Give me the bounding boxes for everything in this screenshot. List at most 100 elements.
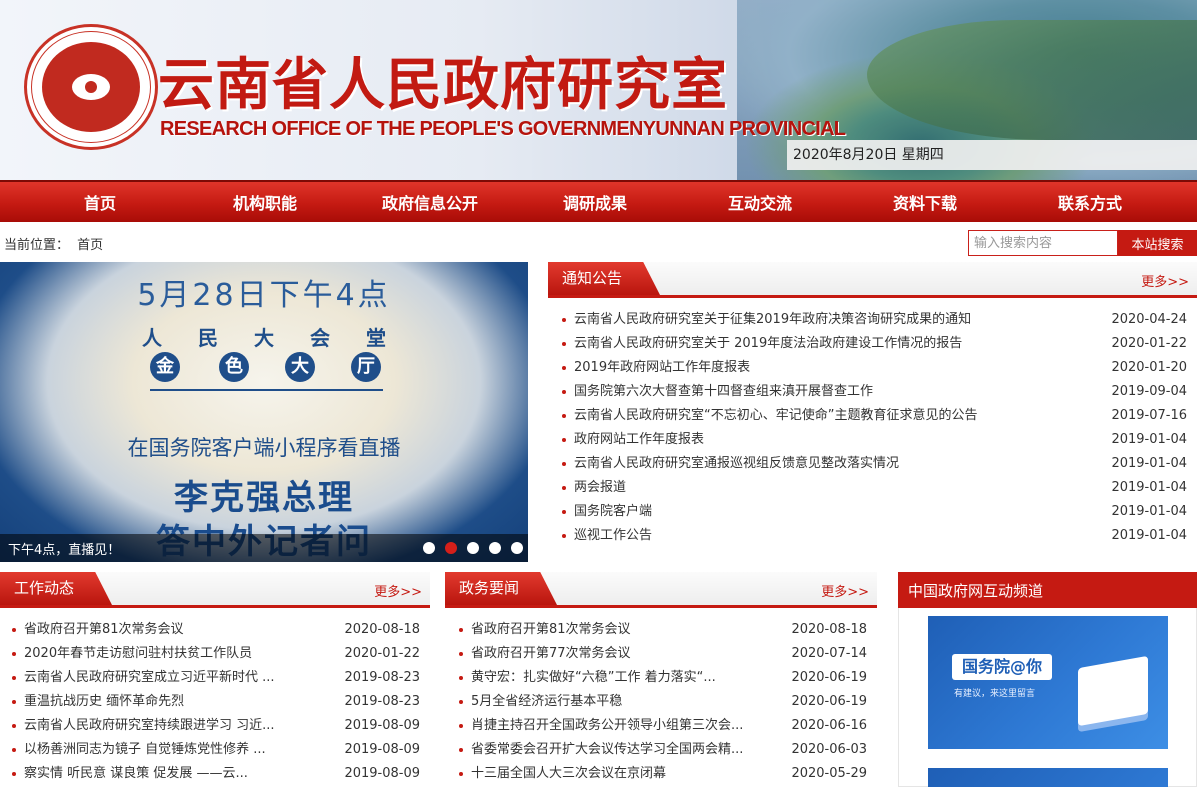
list-item-title[interactable]: 省政府召开第81次常务会议 (24, 618, 184, 642)
list-item[interactable]: 黄守宏：扎实做好“六稳”工作 着力落实“... 2020-06-19 (459, 666, 867, 690)
list-item[interactable]: 政府网站工作年度报表 2019-01-04 (562, 428, 1187, 452)
bullet-icon (12, 628, 16, 632)
carousel-slide[interactable]: 5月28日下午4点 人民大会堂 金 色 大 厅 在国务院客户端小程序看直播 李克… (0, 262, 528, 562)
list-item-date: 2020-07-14 (791, 646, 867, 661)
list-item-title[interactable]: 政府网站工作年度报表 (574, 428, 704, 452)
list-item-title[interactable]: 国务院客户端 (574, 500, 652, 524)
list-item[interactable]: 云南省人民政府研究室通报巡视组反馈意见整改落实情况 2019-01-04 (562, 452, 1187, 476)
list-item-title[interactable]: 黄守宏：扎实做好“六稳”工作 着力落实“... (471, 666, 716, 690)
list-item-title[interactable]: 省委常委会召开扩大会议传达学习全国两会精... (471, 738, 743, 762)
list-item[interactable]: 肖捷主持召开全国政务公开领导小组第三次会... 2020-06-16 (459, 714, 867, 738)
list-item[interactable]: 5月全省经济运行基本平稳 2020-06-19 (459, 690, 867, 714)
list-item[interactable]: 云南省人民政府研究室关于征集2019年政府决策咨询研究成果的通知 2020-04-… (562, 308, 1187, 332)
breadcrumb: 当前位置： 首页 (4, 234, 103, 253)
nav-contact[interactable]: 联系方式 (1020, 182, 1160, 222)
gov-channel-banner-2[interactable] (928, 768, 1168, 787)
carousel-dot-5[interactable] (511, 542, 523, 554)
list-item-title[interactable]: 省政府召开第81次常务会议 (471, 618, 631, 642)
list-item[interactable]: 十三届全国人大三次会议在京闭幕 2020-05-29 (459, 762, 867, 786)
bullet-icon (562, 414, 566, 418)
list-item-title[interactable]: 察实情 听民意 谋良策 促发展 ——云... (24, 762, 248, 786)
list-item-date: 2020-08-18 (344, 622, 420, 637)
site-title: 云南省人民政府研究室 (158, 52, 728, 118)
list-item-title[interactable]: 2020年春节走访慰问驻村扶贫工作队员 (24, 642, 252, 666)
carousel-dot-4[interactable] (489, 542, 501, 554)
list-item[interactable]: 国务院客户端 2019-01-04 (562, 500, 1187, 524)
carousel-dot-2[interactable] (445, 542, 457, 554)
work-news-more-link[interactable]: 更多>> (374, 581, 422, 600)
nav-home[interactable]: 首页 (30, 182, 170, 222)
list-item[interactable]: 省政府召开第81次常务会议 2020-08-18 (459, 618, 867, 642)
bullet-icon (562, 438, 566, 442)
nav-interaction[interactable]: 互动交流 (690, 182, 830, 222)
list-item-title[interactable]: 云南省人民政府研究室持续跟进学习 习近... (24, 714, 275, 738)
gov-news-list: 省政府召开第81次常务会议 2020-08-18 省政府召开第77次常务会议 2020… (459, 618, 867, 786)
nav-research[interactable]: 调研成果 (525, 182, 665, 222)
notices-list: 云南省人民政府研究室关于征集2019年政府决策咨询研究成果的通知 2020-04-… (562, 308, 1187, 548)
list-item-title[interactable]: 巡视工作公告 (574, 524, 652, 548)
carousel-dot-1[interactable] (423, 542, 435, 554)
work-news-title[interactable]: 工作动态 (0, 572, 113, 605)
nav-info-disclosure[interactable]: 政府信息公开 (360, 182, 500, 222)
list-item-title[interactable]: 省政府召开第77次常务会议 (471, 642, 631, 666)
list-item-title[interactable]: 肖捷主持召开全国政务公开领导小组第三次会... (471, 714, 743, 738)
list-item-date: 2019-08-09 (344, 718, 420, 733)
list-item-title[interactable]: 云南省人民政府研究室关于征集2019年政府决策咨询研究成果的通知 (574, 308, 971, 332)
list-item[interactable]: 省政府召开第81次常务会议 2020-08-18 (12, 618, 420, 642)
bullet-icon (459, 724, 463, 728)
list-item-date: 2019-01-04 (1111, 480, 1187, 495)
slide-golden-char: 大 (285, 352, 315, 382)
search-input[interactable] (968, 230, 1118, 256)
list-item[interactable]: 两会报道 2019-01-04 (562, 476, 1187, 500)
search-button[interactable]: 本站搜索 (1118, 230, 1197, 256)
list-item-title[interactable]: 两会报道 (574, 476, 626, 500)
list-item-date: 2019-01-04 (1111, 432, 1187, 447)
gov-channel-banner[interactable]: 国务院@你 有建议，来这里留言 (928, 616, 1168, 749)
bullet-icon (459, 700, 463, 704)
notices-more-link[interactable]: 更多>> (1141, 271, 1189, 290)
list-item-title[interactable]: 云南省人民政府研究室关于 2019年度法治政府建设工作情况的报告 (574, 332, 962, 356)
list-item[interactable]: 云南省人民政府研究室关于 2019年度法治政府建设工作情况的报告 2020-01-… (562, 332, 1187, 356)
bullet-icon (562, 342, 566, 346)
list-item[interactable]: 重温抗战历史 缅怀革命先烈 2019-08-23 (12, 690, 420, 714)
list-item-title[interactable]: 十三届全国人大三次会议在京闭幕 (471, 762, 666, 786)
breadcrumb-home[interactable]: 首页 (77, 238, 103, 253)
gov-channel-title: 中国政府网互动频道 (898, 572, 1197, 608)
list-item[interactable]: 云南省人民政府研究室成立习近平新时代 ... 2019-08-23 (12, 666, 420, 690)
list-item-title[interactable]: 云南省人民政府研究室通报巡视组反馈意见整改落实情况 (574, 452, 899, 476)
list-item[interactable]: 省委常委会召开扩大会议传达学习全国两会精... 2020-06-03 (459, 738, 867, 762)
gov-news-more-link[interactable]: 更多>> (821, 581, 869, 600)
list-item[interactable]: 省政府召开第77次常务会议 2020-07-14 (459, 642, 867, 666)
carousel-dot-3[interactable] (467, 542, 479, 554)
list-item-date: 2020-08-18 (791, 622, 867, 637)
list-item[interactable]: 以杨善洲同志为镜子 自觉锤炼党性修养 ... 2019-08-09 (12, 738, 420, 762)
slide-hall: 人民大会堂 (142, 326, 422, 350)
list-item-title[interactable]: 以杨善洲同志为镜子 自觉锤炼党性修养 ... (24, 738, 266, 762)
list-item-title[interactable]: 重温抗战历史 缅怀革命先烈 (24, 690, 184, 714)
nav-downloads[interactable]: 资料下载 (855, 182, 995, 222)
list-item[interactable]: 国务院第六次大督查第十四督查组来滇开展督查工作 2019-09-04 (562, 380, 1187, 404)
bullet-icon (12, 676, 16, 680)
list-item[interactable]: 2019年政府网站工作年度报表 2020-01-20 (562, 356, 1187, 380)
list-item[interactable]: 巡视工作公告 2019-01-04 (562, 524, 1187, 548)
list-item-title[interactable]: 云南省人民政府研究室成立习近平新时代 ... (24, 666, 275, 690)
list-item[interactable]: 云南省人民政府研究室“不忘初心、牢记使命”主题教育征求意见的公告 2019-07-… (562, 404, 1187, 428)
list-item[interactable]: 2020年春节走访慰问驻村扶贫工作队员 2020-01-22 (12, 642, 420, 666)
list-item-title[interactable]: 云南省人民政府研究室“不忘初心、牢记使命”主题教育征求意见的公告 (574, 404, 977, 428)
list-item[interactable]: 云南省人民政府研究室持续跟进学习 习近... 2019-08-09 (12, 714, 420, 738)
bullet-icon (12, 724, 16, 728)
list-item[interactable]: 察实情 听民意 谋良策 促发展 ——云... 2019-08-09 (12, 762, 420, 786)
list-item-date: 2020-06-19 (791, 670, 867, 685)
nav-functions[interactable]: 机构职能 (195, 182, 335, 222)
list-item-title[interactable]: 国务院第六次大督查第十四督查组来滇开展督查工作 (574, 380, 873, 404)
bullet-icon (459, 748, 463, 752)
list-item-date: 2019-09-04 (1111, 384, 1187, 399)
list-item-date: 2020-06-03 (791, 742, 867, 757)
slide-golden-char: 金 (150, 352, 180, 382)
list-item-date: 2019-08-23 (344, 694, 420, 709)
notices-title[interactable]: 通知公告 (548, 262, 661, 295)
list-item-title[interactable]: 5月全省经济运行基本平稳 (471, 690, 622, 714)
list-item-date: 2019-01-04 (1111, 456, 1187, 471)
gov-news-title[interactable]: 政务要闻 (445, 572, 558, 605)
list-item-title[interactable]: 2019年政府网站工作年度报表 (574, 356, 750, 380)
